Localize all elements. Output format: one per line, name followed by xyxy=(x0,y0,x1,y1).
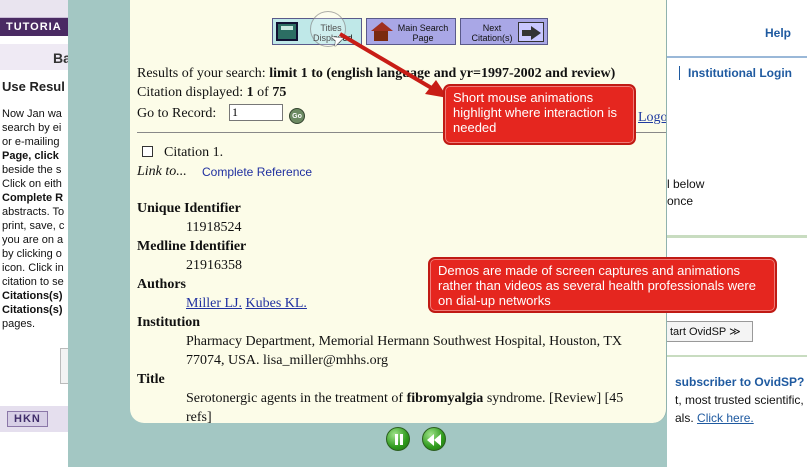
main-search-page-button[interactable]: Main Search Page xyxy=(366,18,456,45)
demo-viewport: Titles Displayed Main Search Page Next C… xyxy=(130,0,667,423)
author-link[interactable]: Miller LJ. xyxy=(186,296,242,311)
rewind-icon[interactable] xyxy=(422,427,446,451)
go-to-record-label: Go to Record: xyxy=(137,106,217,121)
complete-reference-link[interactable]: Complete Reference xyxy=(202,165,312,179)
instruction-text: l below xyxy=(667,177,705,191)
citation-label: Citation 1. xyxy=(164,145,224,160)
results-summary: Results of your search: limit 1 to (engl… xyxy=(137,66,616,81)
subscriber-heading: subscriber to OvidSP? A xyxy=(675,375,807,389)
next-citations-button[interactable]: Next Citation(s) xyxy=(460,18,548,45)
ovid-background-page: Help Institutional Login l below once ta… xyxy=(667,0,807,467)
go-to-record-input[interactable]: 1 xyxy=(229,104,283,121)
authors-label: Authors xyxy=(137,277,187,292)
next-citations-label: Next Citation(s) xyxy=(471,23,513,43)
right-arrow-icon xyxy=(518,22,544,42)
authors-value: Miller LJ. Kubes KL. xyxy=(186,296,307,312)
main-search-page-label: Main Search Page xyxy=(397,23,449,43)
pause-icon[interactable] xyxy=(386,427,410,451)
go-button[interactable]: Go xyxy=(289,108,305,124)
hkn-button[interactable]: HKN xyxy=(7,411,48,427)
institution-label: Institution xyxy=(137,315,201,330)
tutorial-bar: TUTORIA xyxy=(0,18,70,36)
medline-identifier-label: Medline Identifier xyxy=(137,239,247,254)
tutorial-header xyxy=(0,0,70,18)
click-here-link[interactable]: Click here. xyxy=(697,411,754,425)
tutorial-background-page: TUTORIA Ba Use Resul Now Jan wa search b… xyxy=(0,0,70,467)
citation-checkbox[interactable] xyxy=(142,146,153,157)
divider xyxy=(667,56,807,58)
demo-player: Titles Displayed Main Search Page Next C… xyxy=(68,0,667,467)
unique-identifier-label: Unique Identifier xyxy=(137,201,241,216)
divider xyxy=(667,235,807,238)
help-link[interactable]: Help xyxy=(765,26,791,40)
logoff-link[interactable]: Logo xyxy=(638,110,666,126)
divider xyxy=(667,355,807,357)
institutional-login-link[interactable]: Institutional Login xyxy=(679,66,792,80)
promo-text: t, most trusted scientific, xyxy=(675,393,804,407)
link-to-label: Link to... xyxy=(137,164,187,179)
annotation-callout: Demos are made of screen captures and an… xyxy=(428,257,777,313)
citation-displayed: Citation displayed: 1 of 75 xyxy=(137,85,287,100)
book-icon xyxy=(276,22,298,41)
section-title: Use Resul xyxy=(2,79,65,94)
author-link[interactable]: Kubes KL. xyxy=(246,296,307,311)
title-label: Title xyxy=(137,372,165,387)
instruction-text: once xyxy=(667,194,694,208)
institution-value: Pharmacy Department, Memorial Hermann So… xyxy=(186,334,622,349)
institution-value: 77074, USA. lisa_miller@mhhs.org xyxy=(186,353,389,368)
title-value: Serotonergic agents in the treatment of … xyxy=(186,391,624,406)
house-icon xyxy=(370,22,393,41)
medline-identifier-value: 21916358 xyxy=(186,258,242,273)
start-ovidsp-button[interactable]: tart OvidSP ≫ xyxy=(667,321,753,342)
tutorial-body-text: Now Jan wa search by ei or e-mailing Pag… xyxy=(2,108,65,330)
annotation-callout: Short mouse animations highlight where i… xyxy=(443,84,636,145)
title-value: refs] xyxy=(186,410,212,423)
unique-identifier-value: 11918524 xyxy=(186,220,242,235)
promo-text: als. Click here. xyxy=(675,411,754,425)
